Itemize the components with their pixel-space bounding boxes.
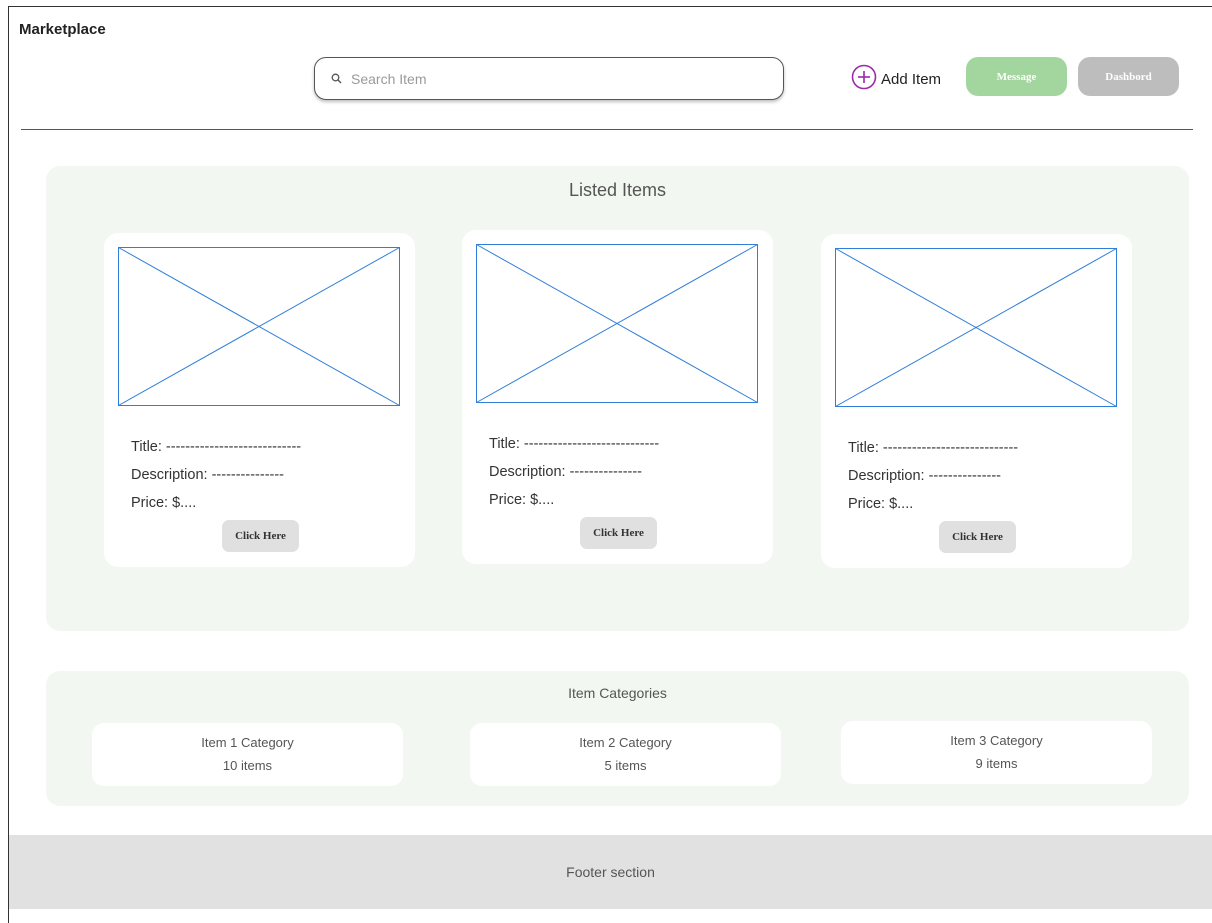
category-card-3[interactable]: Item 3 Category 9 items — [841, 721, 1152, 784]
message-button[interactable]: Message — [966, 57, 1067, 96]
category-name: Item 1 Category — [201, 735, 294, 750]
item-price: Price: $.... — [489, 492, 555, 508]
item-card: Title: ---------------------------- Desc… — [104, 233, 415, 567]
dashboard-button[interactable]: Dashbord — [1078, 57, 1179, 96]
category-name: Item 3 Category — [950, 733, 1043, 748]
category-count: 5 items — [604, 758, 647, 773]
item-card: Title: ---------------------------- Desc… — [821, 234, 1132, 568]
footer-label: Footer section — [566, 864, 655, 880]
item-description: Description: --------------- — [848, 468, 1002, 484]
plus-circle-icon — [851, 64, 877, 95]
search-icon — [329, 72, 343, 86]
item-title: Title: ---------------------------- — [131, 439, 302, 455]
image-placeholder-icon — [476, 244, 758, 403]
item-categories-title: Item Categories — [568, 685, 667, 701]
app-title: Marketplace — [19, 21, 106, 38]
add-item-button[interactable]: Add Item — [851, 64, 941, 95]
click-here-button[interactable]: Click Here — [222, 520, 299, 552]
click-here-button[interactable]: Click Here — [580, 517, 657, 549]
image-placeholder-icon — [835, 248, 1117, 407]
category-card-1[interactable]: Item 1 Category 10 items — [92, 723, 403, 786]
search-input[interactable] — [349, 69, 753, 88]
search-box[interactable] — [314, 57, 784, 100]
item-categories-section: Item Categories Item 1 Category 10 items… — [46, 671, 1189, 806]
add-item-label: Add Item — [881, 71, 942, 88]
category-count: 9 items — [975, 756, 1018, 771]
item-title: Title: ---------------------------- — [489, 436, 660, 452]
listed-items-section: Listed Items Title: --------------------… — [46, 166, 1189, 631]
category-name: Item 2 Category — [579, 735, 672, 750]
footer: Footer section — [9, 835, 1212, 909]
item-description: Description: --------------- — [489, 464, 643, 480]
item-price: Price: $.... — [131, 495, 197, 511]
header-divider — [21, 129, 1193, 130]
category-card-2[interactable]: Item 2 Category 5 items — [470, 723, 781, 786]
category-count: 10 items — [222, 758, 273, 773]
item-description: Description: --------------- — [131, 467, 285, 483]
item-card: Title: ---------------------------- Desc… — [462, 230, 773, 564]
item-price: Price: $.... — [848, 496, 914, 512]
image-placeholder-icon — [118, 247, 400, 406]
item-title: Title: ---------------------------- — [848, 440, 1019, 456]
listed-items-title: Listed Items — [568, 180, 667, 200]
click-here-button[interactable]: Click Here — [939, 521, 1016, 553]
